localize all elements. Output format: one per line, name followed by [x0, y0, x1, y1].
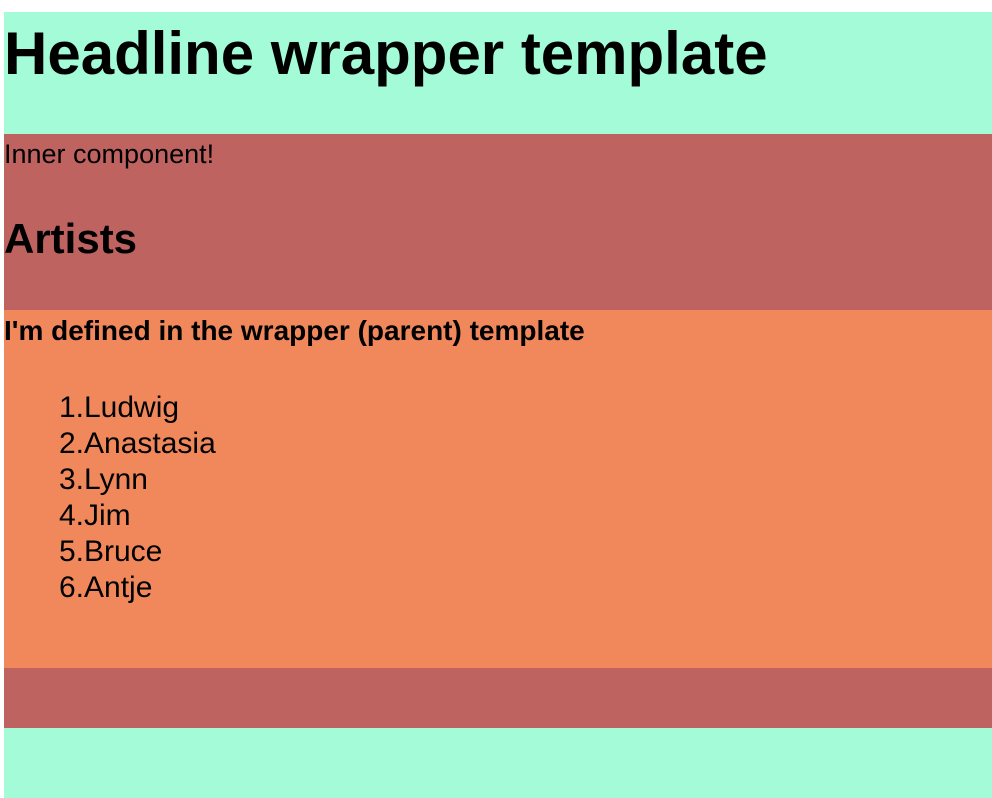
page-title: Headline wrapper template [4, 20, 768, 87]
list-item: 4. Jim [4, 498, 216, 534]
artist-name: Bruce [84, 535, 163, 568]
list-item-number: 5. [58, 535, 84, 568]
inner-component-label: Inner component! [4, 139, 215, 169]
artist-name: Anastasia [84, 427, 216, 460]
list-item-number: 2. [58, 427, 84, 460]
parent-template-note: I'm defined in the wrapper (parent) temp… [4, 315, 585, 346]
list-item-number: 3. [58, 463, 84, 496]
artist-list: 1. Ludwig 2. Anastasia 3. Lynn 4. Jim 5. [4, 390, 216, 606]
parent-defined-section: I'm defined in the wrapper (parent) temp… [4, 310, 992, 668]
artist-name: Ludwig [84, 391, 180, 424]
list-item-number: 4. [58, 499, 84, 532]
artist-name: Lynn [84, 463, 148, 496]
artist-name: Antje [84, 571, 153, 604]
wrapper-template-container: Headline wrapper template Inner componen… [4, 12, 992, 798]
list-item: 2. Anastasia [4, 426, 216, 462]
inner-component-container: Inner component! Artists I'm defined in … [4, 134, 992, 728]
list-item: 3. Lynn [4, 462, 216, 498]
list-item: 6. Antje [4, 570, 216, 606]
list-item-number: 1. [58, 391, 84, 424]
artist-name: Jim [84, 499, 131, 532]
list-item-number: 6. [58, 571, 84, 604]
artists-heading: Artists [4, 215, 138, 262]
list-item: 1. Ludwig [4, 390, 216, 426]
list-item: 5. Bruce [4, 534, 216, 570]
